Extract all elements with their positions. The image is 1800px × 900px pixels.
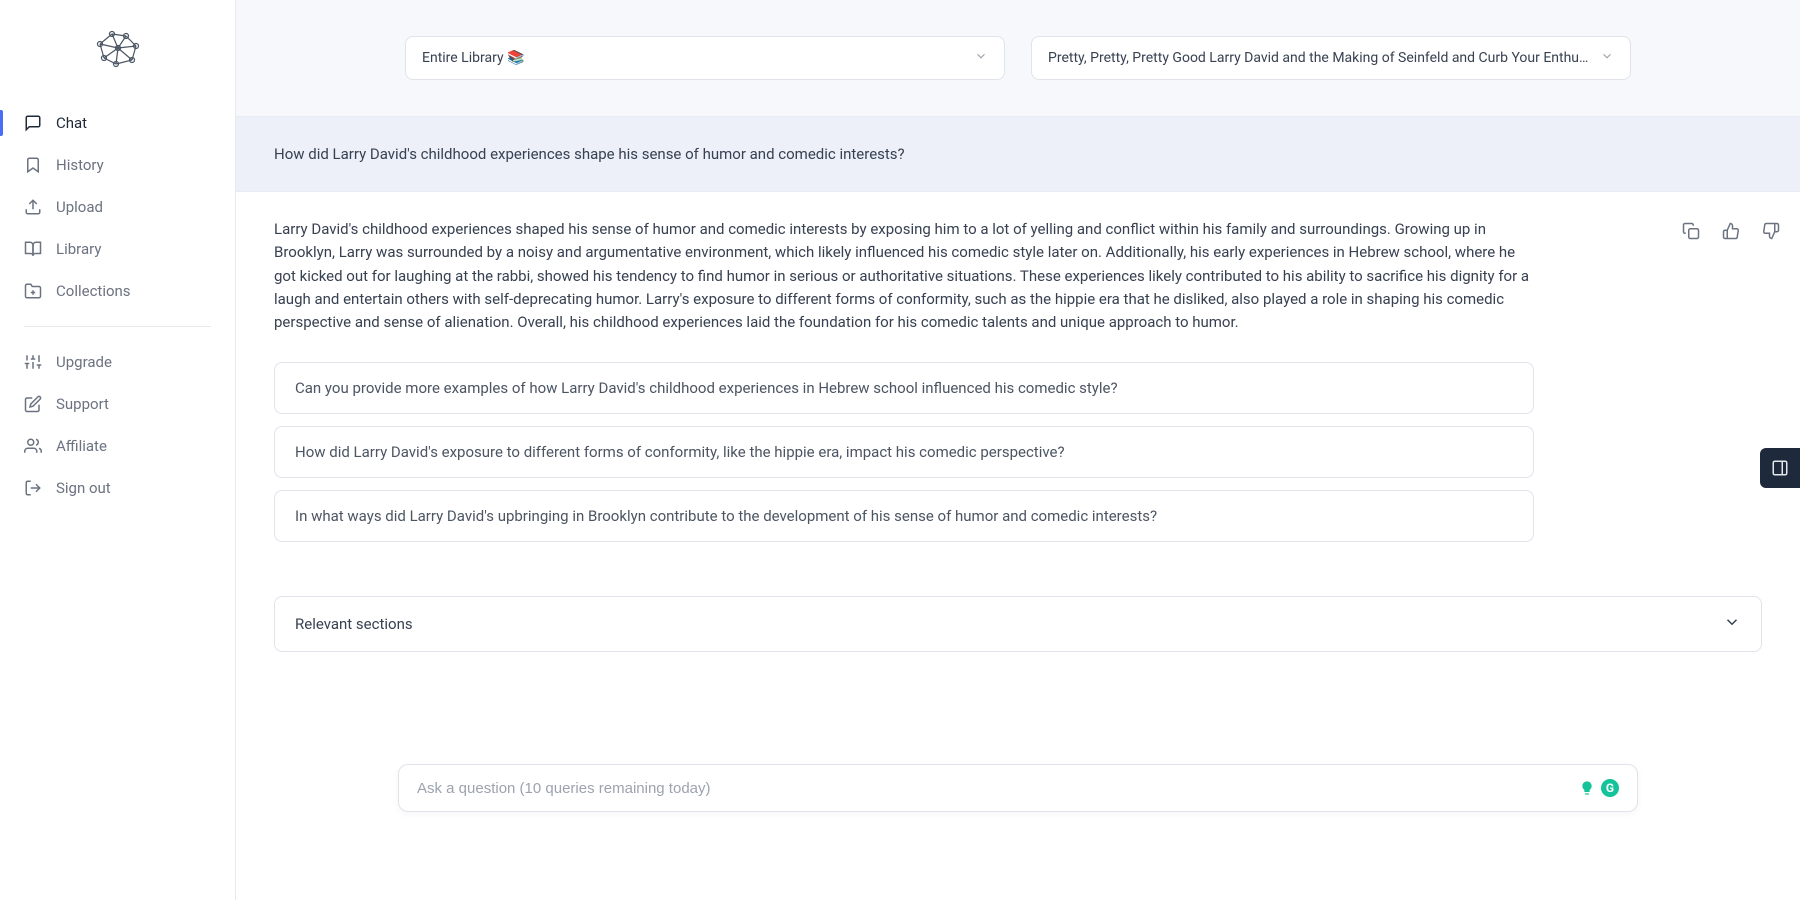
- edit-icon: [24, 395, 42, 413]
- sidebar-item-affiliate[interactable]: Affiliate: [0, 425, 235, 467]
- library-selector-text: Entire Library 📚: [422, 50, 966, 66]
- sidebar-item-history[interactable]: History: [0, 144, 235, 186]
- chevron-down-icon: [1600, 49, 1614, 67]
- sidebar-nav-primary: Chat History Upload Library: [0, 102, 235, 312]
- top-selectors: Entire Library 📚 Pretty, Pretty, Pretty …: [236, 0, 1800, 116]
- relevant-sections-label: Relevant sections: [295, 615, 413, 633]
- thumbs-up-icon[interactable]: [1722, 222, 1740, 240]
- grammarly-icon[interactable]: G: [1601, 779, 1619, 797]
- chevron-down-icon: [1723, 613, 1741, 635]
- sidebar-item-label: Upload: [56, 198, 103, 216]
- sliders-icon: [24, 353, 42, 371]
- sidebar-item-collections[interactable]: Collections: [0, 270, 235, 312]
- book-selector[interactable]: Pretty, Pretty, Pretty Good Larry David …: [1031, 36, 1631, 80]
- logo-container: [0, 18, 235, 102]
- folder-plus-icon: [24, 282, 42, 300]
- sidebar-item-label: Library: [56, 240, 101, 258]
- suggestion-card[interactable]: Can you provide more examples of how Lar…: [274, 362, 1534, 414]
- sidebar-item-label: Chat: [56, 114, 87, 132]
- sidebar-item-signout[interactable]: Sign out: [0, 467, 235, 509]
- bulb-icon[interactable]: [1579, 780, 1595, 796]
- thumbs-down-icon[interactable]: [1762, 222, 1780, 240]
- sidebar-item-label: History: [56, 156, 104, 174]
- chevron-down-icon: [974, 49, 988, 67]
- answer-content: Larry David's childhood experiences shap…: [236, 192, 1800, 568]
- sidebar-item-support[interactable]: Support: [0, 383, 235, 425]
- sidebar-item-library[interactable]: Library: [0, 228, 235, 270]
- question-block: How did Larry David's childhood experien…: [236, 116, 1800, 192]
- upload-icon: [24, 198, 42, 216]
- sidebar-item-label: Sign out: [56, 479, 111, 497]
- input-bar: G: [398, 764, 1638, 812]
- sidebar-item-label: Affiliate: [56, 437, 107, 455]
- logout-icon: [24, 479, 42, 497]
- answer-section: Larry David's childhood experiences shap…: [236, 192, 1800, 568]
- sidebar-divider: [24, 326, 211, 327]
- sidebar-item-upload[interactable]: Upload: [0, 186, 235, 228]
- panel-icon: [1771, 459, 1789, 477]
- sidebar-item-upgrade[interactable]: Upgrade: [0, 341, 235, 383]
- users-icon: [24, 437, 42, 455]
- sidebar-item-chat[interactable]: Chat: [0, 102, 235, 144]
- floating-panel-button[interactable]: [1760, 448, 1800, 488]
- library-selector[interactable]: Entire Library 📚: [405, 36, 1005, 80]
- book-selector-text: Pretty, Pretty, Pretty Good Larry David …: [1048, 50, 1592, 66]
- suggestion-card[interactable]: In what ways did Larry David's upbringin…: [274, 490, 1534, 542]
- relevant-sections-toggle[interactable]: Relevant sections: [274, 596, 1762, 652]
- question-input[interactable]: [417, 780, 1579, 797]
- input-icons: G: [1579, 779, 1619, 797]
- suggestion-card[interactable]: How did Larry David's exposure to differ…: [274, 426, 1534, 478]
- sidebar-item-label: Collections: [56, 282, 131, 300]
- sidebar: Chat History Upload Library: [0, 0, 236, 900]
- suggestions-list: Can you provide more examples of how Lar…: [274, 362, 1534, 542]
- bookmark-icon: [24, 156, 42, 174]
- input-bar-container: G: [236, 764, 1800, 812]
- answer-text: Larry David's childhood experiences shap…: [274, 218, 1534, 334]
- book-icon: [24, 240, 42, 258]
- copy-icon[interactable]: [1682, 222, 1700, 240]
- sidebar-nav-secondary: Upgrade Support Affiliate Sign out: [0, 341, 235, 509]
- main-content: Entire Library 📚 Pretty, Pretty, Pretty …: [236, 0, 1800, 900]
- sidebar-item-label: Upgrade: [56, 353, 112, 371]
- suggestion-text: In what ways did Larry David's upbringin…: [295, 507, 1157, 525]
- chat-icon: [24, 114, 42, 132]
- suggestion-text: Can you provide more examples of how Lar…: [295, 379, 1118, 397]
- sidebar-item-label: Support: [56, 395, 109, 413]
- suggestion-text: How did Larry David's exposure to differ…: [295, 443, 1065, 461]
- brain-logo-icon: [92, 28, 144, 72]
- question-text: How did Larry David's childhood experien…: [274, 145, 905, 163]
- answer-actions: [1682, 222, 1780, 240]
